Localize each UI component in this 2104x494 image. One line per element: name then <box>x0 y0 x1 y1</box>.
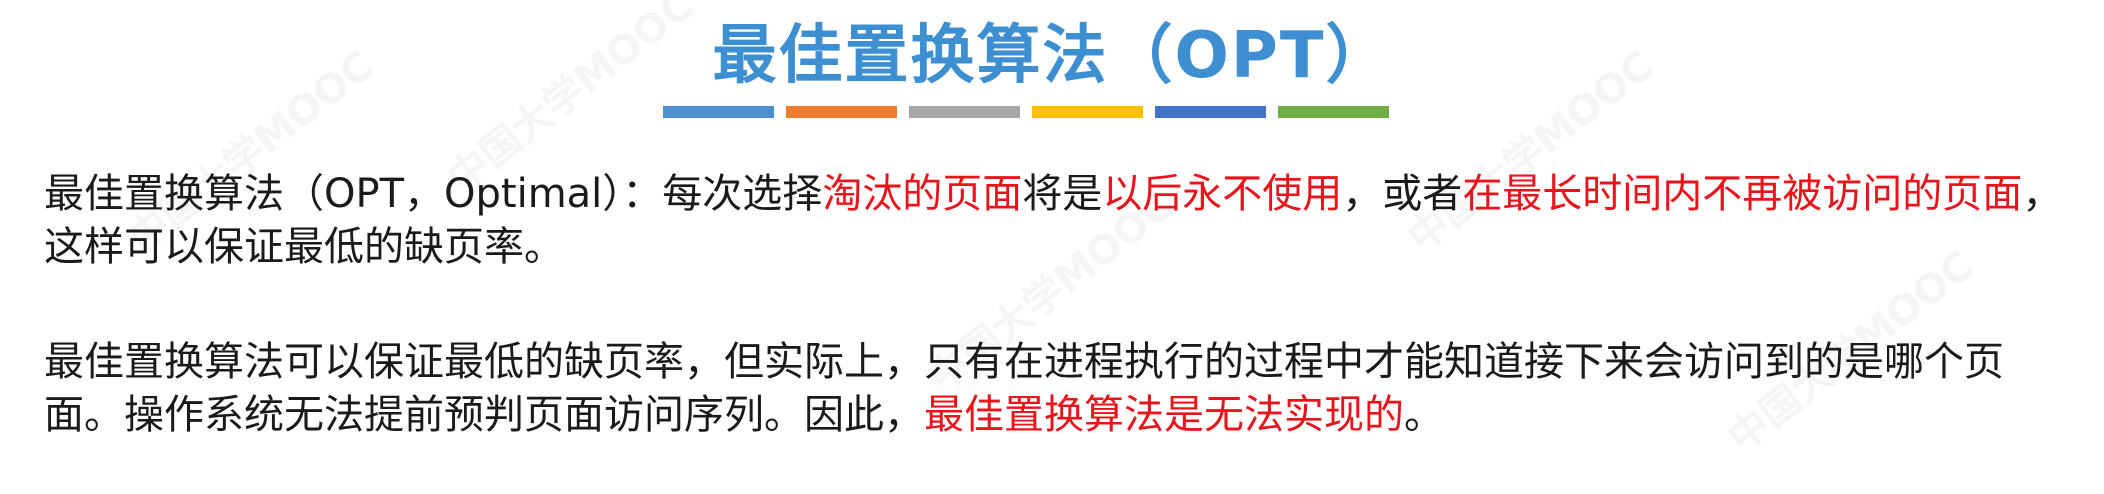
underline-segment-green <box>1278 106 1389 118</box>
text-run: ，或者 <box>1342 171 1463 217</box>
highlight-text: 最佳置换算法是无法实现的 <box>924 392 1404 438</box>
underline-segment-orange <box>786 106 897 118</box>
underline-segment-darkblue <box>1155 106 1266 118</box>
explanation-paragraph: 最佳置换算法可以保证最低的缺页率，但实际上，只有在进程执行的过程中才能知道接下来… <box>44 336 2069 442</box>
highlight-text: 在最长时间内不再被访问的页面 <box>1462 171 2023 217</box>
underline-segment-gray <box>909 106 1020 118</box>
definition-paragraph: 最佳置换算法（OPT，Optimal）：每次选择淘汰的页面将是以后永不使用，或者… <box>44 168 2069 274</box>
text-run: 将是 <box>1022 171 1103 217</box>
underline-segment-blue <box>663 106 774 118</box>
text-run: 最佳置换算法（OPT，Optimal）：每次选择 <box>44 171 823 217</box>
highlight-text: 淘汰的页面 <box>822 171 1023 217</box>
text-run: 。 <box>1404 392 1444 438</box>
title-underline <box>663 106 1389 118</box>
slide-title: 最佳置换算法（OPT） <box>712 19 1392 93</box>
highlight-text: 以后永不使用 <box>1102 171 1343 217</box>
underline-segment-yellow <box>1032 106 1143 118</box>
